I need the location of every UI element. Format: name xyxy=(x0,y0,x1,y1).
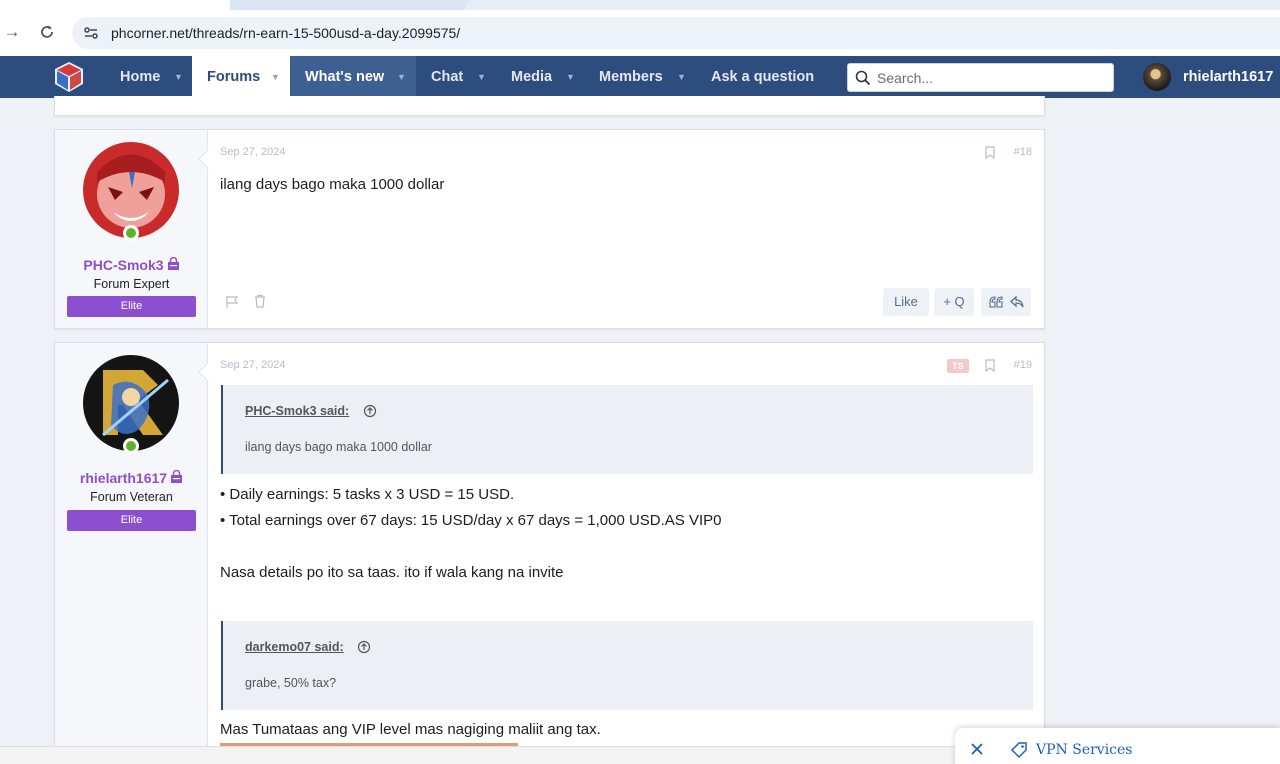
post-19: rhielarth1617 Forum Veteran Elite Sep 27… xyxy=(54,342,1045,764)
private-badge-icon xyxy=(170,469,183,486)
quote-text: grabe, 50% tax? xyxy=(245,676,337,690)
nav-forums[interactable]: Forums ▼ xyxy=(192,56,290,98)
chevron-down-icon[interactable]: ▼ xyxy=(174,56,183,98)
vpn-services-label[interactable]: VPN Services xyxy=(1036,742,1133,758)
post-author-name-text[interactable]: PHC-Smok3 xyxy=(83,257,163,273)
user-banner: Elite xyxy=(67,510,196,531)
nav-whats-new-label: What's new xyxy=(305,69,385,85)
bookmark-icon[interactable] xyxy=(985,359,995,372)
online-status-indicator xyxy=(123,225,139,241)
post-18: PHC-Smok3 Forum Expert Elite Sep 27, 202… xyxy=(54,129,1045,329)
reply-icon xyxy=(1010,296,1024,308)
search-icon xyxy=(855,70,871,86)
post-content: ilang days bago maka 1000 dollar xyxy=(220,176,445,193)
browser-toolbar: → phcorner.net/threads/rn-earn-15-500usd… xyxy=(0,10,1280,56)
post-author-name[interactable]: rhielarth1617 xyxy=(55,469,208,486)
avatar[interactable] xyxy=(83,142,179,238)
previous-post-footer xyxy=(54,96,1045,116)
post-user-info: PHC-Smok3 Forum Expert Elite xyxy=(55,130,218,328)
user-title: Forum Expert xyxy=(93,277,170,291)
post-line: • Total earnings over 67 days: 15 USD/da… xyxy=(220,512,722,529)
message-arrow xyxy=(198,149,218,169)
chevron-down-icon[interactable]: ▼ xyxy=(397,56,406,98)
like-button[interactable]: Like xyxy=(883,288,929,316)
search-placeholder: Search... xyxy=(877,70,934,86)
multi-quote-button[interactable]: + Q xyxy=(934,288,974,316)
message-arrow xyxy=(198,362,218,382)
reload-icon[interactable] xyxy=(36,21,58,43)
chevron-down-icon[interactable]: ▼ xyxy=(477,56,486,98)
post-author-name-text[interactable]: rhielarth1617 xyxy=(80,470,167,486)
forward-arrow-icon[interactable]: → xyxy=(1,21,23,43)
quote-text: ilang days bago maka 1000 dollar xyxy=(245,440,432,454)
post-date[interactable]: Sep 27, 2024 xyxy=(220,359,285,371)
site-logo-icon[interactable] xyxy=(52,60,86,94)
nav-forums-label: Forums xyxy=(207,69,261,85)
bookmark-icon[interactable] xyxy=(985,146,995,159)
post-line: Mas Tumataas ang VIP level mas nagiging … xyxy=(220,721,601,738)
vpn-services-popup[interactable]: VPN Services xyxy=(955,728,1280,764)
nav-members-label: Members xyxy=(599,69,663,85)
report-flag-icon[interactable] xyxy=(225,295,239,309)
trash-icon[interactable] xyxy=(253,294,267,308)
account-username[interactable]: rhielarth1617 xyxy=(1183,69,1273,85)
site-info-icon[interactable] xyxy=(82,24,100,42)
browser-tab-active[interactable] xyxy=(0,0,230,10)
site-navigation-bar: Home ▼ Forums ▼ What's new ▼ Chat ▼ Medi… xyxy=(0,56,1280,98)
avatar[interactable] xyxy=(83,355,179,451)
address-bar[interactable]: phcorner.net/threads/rn-earn-15-500usd-a… xyxy=(72,17,1280,49)
quote-block: PHC-Smok3 said: ilang days bago maka 100… xyxy=(221,385,1033,474)
nav-chat-label: Chat xyxy=(431,69,464,85)
post-number[interactable]: #19 xyxy=(1014,359,1032,371)
post-author-name[interactable]: PHC-Smok3 xyxy=(55,256,208,273)
nav-whats-new[interactable]: What's new ▼ xyxy=(290,56,416,98)
user-banner: Elite xyxy=(67,296,196,317)
jump-to-quote-icon[interactable] xyxy=(357,640,371,654)
nav-ask-question[interactable]: Ask a question xyxy=(697,56,827,98)
nav-chat[interactable]: Chat ▼ xyxy=(418,56,498,98)
post-date[interactable]: Sep 27, 2024 xyxy=(220,146,285,158)
url-text[interactable]: phcorner.net/threads/rn-earn-15-500usd-a… xyxy=(111,25,460,41)
post-line: • Daily earnings: 5 tasks x 3 USD = 15 U… xyxy=(220,486,515,503)
jump-to-quote-icon[interactable] xyxy=(363,404,377,418)
post-line: Nasa details po ito sa taas. ito if wala… xyxy=(220,564,564,581)
quote-icon xyxy=(989,296,1003,308)
thread-starter-badge: TS xyxy=(947,359,969,373)
browser-tab-inactive[interactable] xyxy=(465,0,1280,10)
online-status-indicator xyxy=(123,438,139,454)
post-number[interactable]: #18 xyxy=(1014,146,1032,158)
quote-reply-button[interactable] xyxy=(981,288,1031,316)
private-badge-icon xyxy=(167,256,180,273)
user-title: Forum Veteran xyxy=(90,490,173,504)
nav-home[interactable]: Home ▼ xyxy=(106,56,192,98)
chevron-down-icon[interactable]: ▼ xyxy=(271,56,280,98)
nav-ask-question-label: Ask a question xyxy=(711,69,815,85)
browser-tab-strip xyxy=(0,0,1280,10)
nav-media[interactable]: Media ▼ xyxy=(498,56,586,98)
close-icon[interactable] xyxy=(969,741,985,757)
quote-author-link[interactable]: PHC-Smok3 said: xyxy=(245,404,349,418)
tag-icon xyxy=(1010,742,1027,759)
nav-home-label: Home xyxy=(120,69,161,85)
chevron-down-icon[interactable]: ▼ xyxy=(566,56,575,98)
nav-media-label: Media xyxy=(511,69,553,85)
avatar[interactable] xyxy=(1143,63,1171,91)
quote-author-link[interactable]: darkemo07 said: xyxy=(245,640,344,654)
quote-block: darkemo07 said: grabe, 50% tax? xyxy=(221,621,1033,710)
chevron-down-icon[interactable]: ▼ xyxy=(677,56,686,98)
nav-members[interactable]: Members ▼ xyxy=(586,56,697,98)
search-input[interactable]: Search... xyxy=(847,63,1114,92)
post-user-info: rhielarth1617 Forum Veteran Elite xyxy=(55,343,218,764)
